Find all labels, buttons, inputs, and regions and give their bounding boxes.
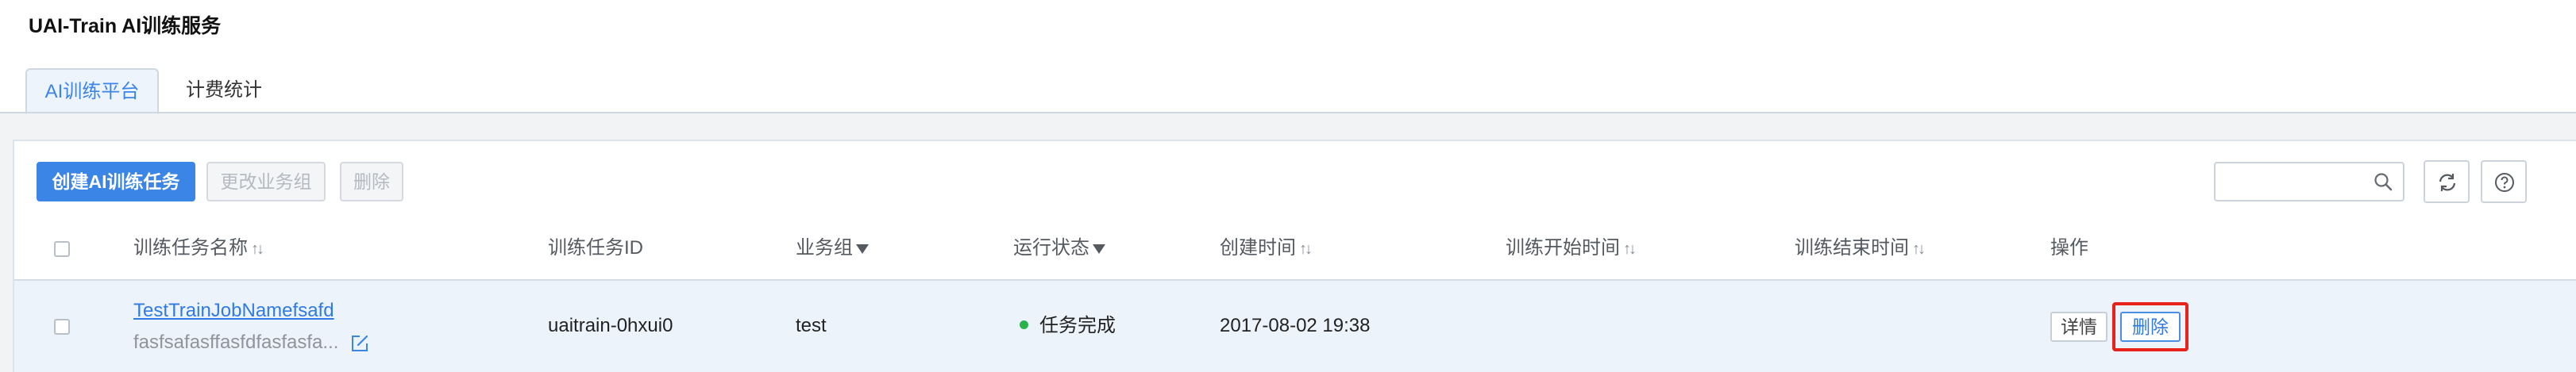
page-header: UAI-Train AI训练服务 AI训练平台 计费统计 — [0, 0, 2576, 114]
refresh-button[interactable] — [2424, 160, 2470, 203]
job-created-time: 2017-08-02 19:38 — [1220, 315, 1371, 336]
change-group-button[interactable]: 更改业务组 — [206, 162, 326, 201]
help-icon — [2495, 173, 2514, 192]
column-header-created[interactable]: 创建时间 ↑↓ — [1220, 236, 1313, 260]
column-header-label: 运行状态 — [1013, 237, 1089, 259]
column-header-group[interactable]: 业务组 — [796, 236, 869, 260]
job-description: fasfsafasffasfdfasfasfa... — [133, 332, 339, 353]
filter-icon[interactable] — [1093, 244, 1105, 254]
job-name-link[interactable]: TestTrainJobNamefsafd — [133, 299, 334, 323]
job-status: 任务完成 — [1020, 314, 1116, 338]
column-header-end[interactable]: 训练结束时间 ↑↓ — [1795, 236, 1926, 260]
delete-highlight-box — [2112, 302, 2188, 351]
detail-button[interactable]: 详情 — [2050, 312, 2107, 342]
column-header-name[interactable]: 训练任务名称 ↑↓ — [133, 236, 264, 260]
column-header-id: 训练任务ID — [548, 236, 643, 260]
search-input[interactable] — [2214, 162, 2404, 201]
filter-icon[interactable] — [856, 244, 869, 254]
status-dot-icon — [1020, 320, 1028, 330]
search-icon[interactable] — [2373, 171, 2393, 192]
job-group: test — [796, 315, 827, 336]
column-header-label: 训练开始时间 — [1506, 237, 1620, 259]
sort-icon[interactable]: ↑↓ — [1623, 240, 1637, 258]
column-header-start[interactable]: 训练开始时间 ↑↓ — [1506, 236, 1637, 260]
app-title: UAI-Train AI训练服务 — [29, 15, 222, 37]
sort-icon[interactable]: ↑↓ — [1912, 240, 1926, 258]
job-id: uaitrain-0hxui0 — [548, 315, 673, 336]
column-header-label: 训练任务名称 — [133, 237, 248, 259]
column-header-label: 创建时间 — [1220, 237, 1296, 259]
refresh-icon — [2439, 174, 2456, 191]
sort-icon[interactable]: ↑↓ — [251, 240, 264, 258]
status-text: 任务完成 — [1039, 315, 1116, 336]
edit-icon[interactable] — [349, 333, 370, 354]
help-button[interactable] — [2481, 160, 2527, 203]
column-header-label: 操作 — [2050, 237, 2088, 259]
column-header-status[interactable]: 运行状态 — [1013, 236, 1105, 260]
bulk-delete-button[interactable]: 删除 — [340, 162, 403, 201]
column-header-actions: 操作 — [2050, 236, 2088, 260]
tab-billing-stats[interactable]: 计费统计 — [167, 68, 281, 113]
select-all-checkbox[interactable] — [54, 241, 70, 257]
row-checkbox[interactable] — [54, 319, 70, 335]
create-training-job-button[interactable]: 创建AI训练任务 — [37, 162, 195, 201]
column-header-label: 业务组 — [796, 237, 853, 259]
tabs-divider — [0, 112, 2576, 113]
sort-icon[interactable]: ↑↓ — [1299, 240, 1313, 258]
tab-ai-training-platform[interactable]: AI训练平台 — [25, 68, 159, 114]
column-header-label: 训练结束时间 — [1795, 237, 1909, 259]
column-header-label: 训练任务ID — [548, 237, 643, 259]
